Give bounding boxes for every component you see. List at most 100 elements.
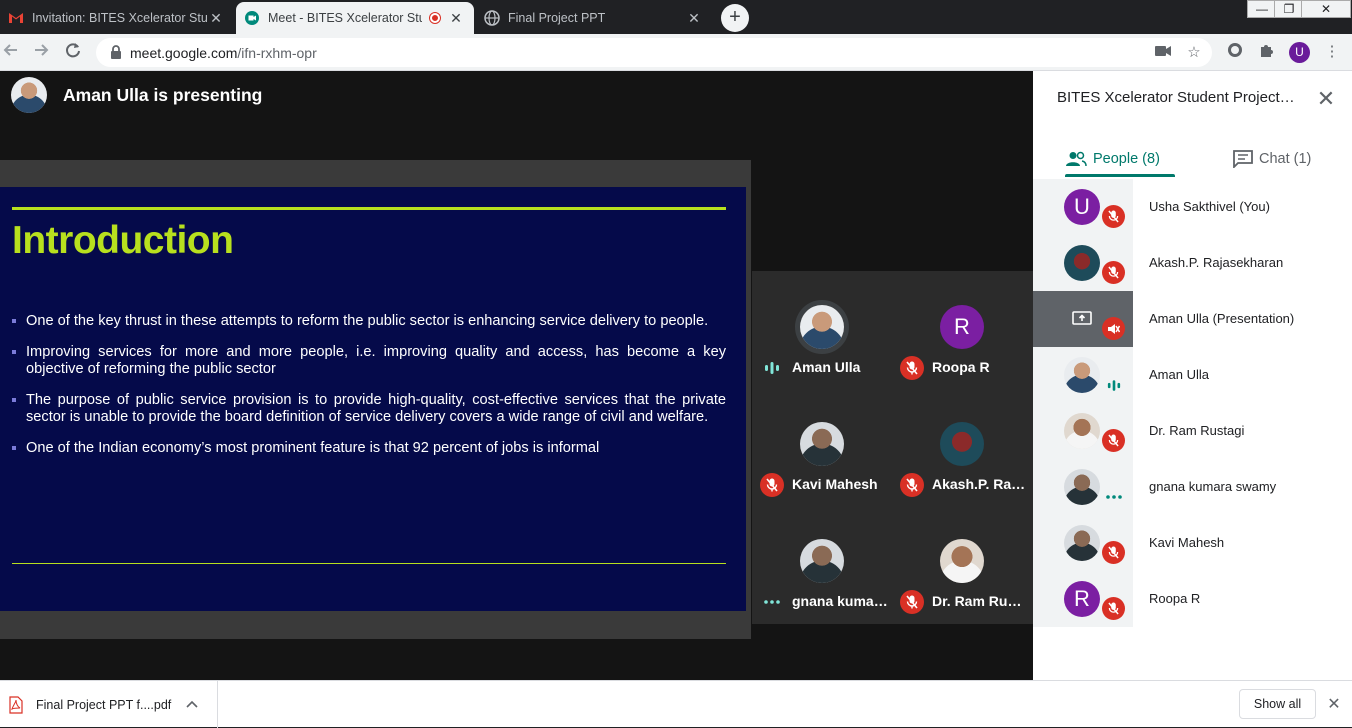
mic-off-icon [760,473,784,497]
avatar [1064,245,1100,281]
slide-bullet: The purpose of public service provision … [12,392,726,426]
participant-name: Akash.P. Raja… [932,476,1028,492]
minimize-window-button[interactable]: — [1247,0,1277,18]
close-panel-icon[interactable]: ✕ [1314,87,1338,111]
list-item-kavi-mahesh[interactable]: Kavi Mahesh [1033,515,1352,571]
participant-tile-kavi-mahesh[interactable]: Kavi Mahesh [752,388,892,505]
maximize-window-button[interactable]: ❐ [1274,0,1304,18]
chevron-up-icon[interactable] [186,695,202,711]
participant-tile-aman-ulla[interactable]: Aman Ulla [752,271,892,388]
avatar [1064,357,1100,393]
close-tab-icon[interactable]: ✕ [448,10,464,27]
profile-avatar[interactable]: U [1289,42,1310,63]
speaking-indicator-icon [1102,373,1126,397]
participant-name: Aman Ulla [1149,367,1209,382]
menu-kebab-icon[interactable]: ⋮ [1322,42,1342,62]
list-item-aman-ulla[interactable]: Aman Ulla [1033,347,1352,403]
avatar [940,422,984,466]
participant-name: Aman Ulla (Presentation) [1149,311,1295,326]
participant-name: Dr. Ram Rusta… [932,593,1028,609]
participant-name: Usha Sakthivel (You) [1149,199,1270,214]
extension-circle-icon[interactable] [1225,42,1245,62]
people-panel: BITES Xcelerator Student Project… ✕ Peop… [1033,71,1352,680]
mic-off-icon [900,473,924,497]
forward-icon[interactable] [30,41,52,63]
more-dots-icon [1102,485,1126,509]
avatar: R [940,305,984,349]
participant-name: Kavi Mahesh [1149,535,1225,550]
avatar [800,539,844,583]
back-icon[interactable] [0,41,22,63]
address-bar[interactable]: meet.google.com/ifn-rxhm-opr ☆ [96,38,1212,67]
list-item-roopa-r[interactable]: R Roopa R [1033,571,1352,627]
mic-off-icon [1102,205,1125,228]
tab-title: Final Project PPT [508,11,606,25]
tab-google-meet[interactable]: Meet - BITES Xcelerator Stud ✕ [236,2,474,34]
download-item[interactable]: Final Project PPT f....pdf [0,681,218,728]
browser-tab-strip: Invitation: BITES Xcelerator Stude ✕ Mee… [0,0,1352,34]
presenter-avatar [11,77,47,113]
presenter-header: Aman Ulla is presenting [0,71,1033,119]
close-tab-icon[interactable]: ✕ [208,10,224,27]
url-path: /ifn-rxhm-opr [237,45,317,61]
tab-chat[interactable]: Chat (1) [1233,141,1311,176]
gmail-icon [8,10,24,26]
participant-tile-ram-rustagi[interactable]: Dr. Ram Rusta… [892,505,1032,622]
people-icon [1066,151,1087,166]
avatar: U [1064,189,1100,225]
list-item-aman-presentation[interactable]: Aman Ulla (Presentation) [1033,291,1352,347]
participant-tile-gnana-kumara[interactable]: gnana kumar… [752,505,892,622]
participant-thumbnail [1033,403,1133,459]
shared-screen-area: Introduction One of the key thrust in th… [0,119,1033,680]
bookmark-star-icon[interactable]: ☆ [1185,44,1203,62]
download-file-name: Final Project PPT f....pdf [36,698,172,712]
browser-toolbar: meet.google.com/ifn-rxhm-opr ☆ U ⋮ [0,34,1352,71]
list-item-ram-rustagi[interactable]: Dr. Ram Rustagi [1033,403,1352,459]
tab-people-label: People (8) [1093,150,1160,167]
tab-gmail-invitation[interactable]: Invitation: BITES Xcelerator Stude ✕ [0,2,234,34]
close-window-button[interactable]: ✕ [1301,0,1351,18]
volume-off-icon [1102,317,1125,340]
extensions-puzzle-icon[interactable] [1257,42,1277,62]
tab-people[interactable]: People (8) [1065,141,1160,176]
presenting-label: Aman Ulla is presenting [63,85,263,105]
participant-name: gnana kumara swamy [1149,479,1277,494]
participant-tile-roopa-r[interactable]: R Roopa R [892,271,1032,388]
participant-thumbnail: U [1033,179,1133,235]
participant-name: Akash.P. Rajasekharan [1149,255,1284,270]
list-item-usha[interactable]: U Usha Sakthivel (You) [1033,179,1352,235]
avatar: R [1064,581,1100,617]
meeting-stage: Aman Ulla is presenting Introduction One… [0,71,1033,680]
lock-icon[interactable] [110,45,122,64]
show-all-downloads-button[interactable]: Show all [1239,689,1316,719]
participant-thumbnail [1033,235,1133,291]
reload-icon[interactable] [62,41,84,63]
close-tab-icon[interactable]: ✕ [686,10,702,27]
participant-thumbnail: R [1033,571,1133,627]
active-tab-indicator [1065,174,1175,177]
slide-bullet: One of the key thrust in these attempts … [12,313,726,330]
tab-title: Meet - BITES Xcelerator Stud [268,11,422,25]
slide-title: Introduction [12,219,234,262]
mic-off-icon [1102,261,1125,284]
participant-tiles: Aman Ulla R Roopa R Kavi Mahesh Akash.P.… [752,271,1033,624]
slide-bullet: One of the Indian economy’s most promine… [12,440,726,457]
mic-off-icon [1102,541,1125,564]
close-download-shelf-icon[interactable]: ✕ [1325,694,1343,714]
tab-final-project-ppt[interactable]: Final Project PPT ✕ [476,2,712,34]
avatar [800,305,844,349]
slide-top-rule [12,207,726,210]
participant-thumbnail [1033,459,1133,515]
list-item-gnana-kumara[interactable]: gnana kumara swamy [1033,459,1352,515]
participant-thumbnail [1033,291,1133,347]
slide-bullet: Improving services for more and more peo… [12,344,726,378]
participant-name: Aman Ulla [792,359,861,375]
new-tab-button[interactable]: + [721,4,749,32]
participant-tile-akash[interactable]: Akash.P. Raja… [892,388,1032,505]
list-item-akash[interactable]: Akash.P. Rajasekharan [1033,235,1352,291]
people-list: U Usha Sakthivel (You) Akash.P. Rajasekh… [1033,179,1352,627]
mic-off-icon [900,590,924,614]
slide-bottom-rule [12,563,726,564]
recording-indicator-icon [430,13,440,23]
camera-icon[interactable] [1154,44,1172,62]
